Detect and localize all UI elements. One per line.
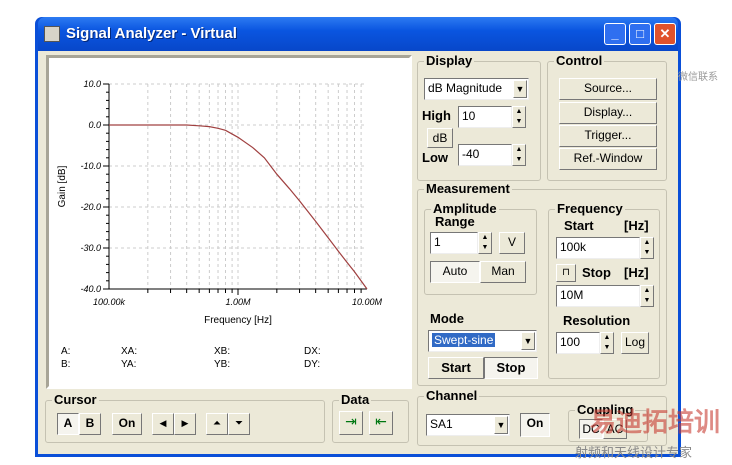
db-button[interactable]: dB [427, 128, 453, 148]
resolution-label: Resolution [563, 313, 631, 328]
readout-yb: YB: [214, 359, 231, 370]
man-button[interactable]: Man [480, 261, 526, 283]
readout-a: A: [61, 346, 71, 357]
range-label: Range [435, 214, 475, 229]
y-axis-label: Gain [dB] [57, 165, 68, 207]
resolution-input[interactable]: 100 [556, 332, 600, 354]
x-axis-label: Frequency [Hz] [204, 315, 272, 326]
y-tick-label: 0.0 [88, 120, 101, 130]
low-label: Low [422, 150, 448, 165]
maximize-button[interactable]: □ [629, 23, 651, 45]
mode-select[interactable]: Swept-sine ▼ [428, 330, 537, 352]
low-spinner[interactable]: ▲ ▼ [512, 144, 526, 166]
data-group: Data ⇥ ⇤ [332, 392, 409, 443]
readout-b: B: [61, 359, 71, 370]
range-unit-button[interactable]: V [499, 232, 525, 254]
cursor-down-button[interactable]: ⏷ [228, 413, 250, 435]
chevron-down-icon[interactable]: ▼ [513, 80, 527, 98]
channel-on-button[interactable]: On [520, 413, 550, 437]
stop-hz-label: [Hz] [624, 265, 649, 280]
stop-freq-label: Stop [582, 265, 611, 280]
watermark-slogan: 射频和天线设计专家 [575, 445, 693, 460]
display-mode-value: dB Magnitude [428, 81, 503, 95]
source-button[interactable]: Source... [559, 78, 657, 100]
control-label: Control [554, 53, 605, 68]
trigger-button[interactable]: Trigger... [559, 125, 657, 147]
gain-chart: 10.0 0.0 -10.0 -20.0 -30.0 -40.0 100.00k 1.00M 1… [57, 79, 383, 326]
readout-xa: XA: [121, 346, 138, 357]
channel-label: Channel [424, 388, 480, 403]
auto-button[interactable]: Auto [430, 261, 480, 283]
cursor-a-button[interactable]: A [57, 413, 79, 435]
range-input[interactable]: 1 [430, 232, 478, 254]
amplitude-group: Amplitude Range 1 ▲ ▼ V Auto Man [424, 201, 537, 295]
stop-freq-spinner[interactable]: ▲ ▼ [640, 285, 654, 307]
resolution-spinner[interactable]: ▲ ▼ [600, 332, 614, 354]
ref-window-button[interactable]: Ref.-Window [559, 148, 657, 170]
chevron-down-icon[interactable]: ▼ [521, 332, 535, 350]
high-label: High [422, 108, 451, 123]
span-toggle-button[interactable]: ⊓ [556, 264, 576, 282]
cursor-right-button[interactable]: ▶ [174, 413, 196, 435]
range-spinner[interactable]: ▲ ▼ [478, 232, 492, 254]
y-tick-label: -30.0 [80, 243, 101, 253]
import-data-icon[interactable]: ⇥ [339, 411, 363, 435]
cursor-group: Cursor A B On ◀ ▶ ⏶ ⏷ [45, 392, 325, 443]
display-mode-select[interactable]: dB Magnitude ▼ [424, 78, 529, 100]
control-group: Control Source... Display... Trigger... … [547, 53, 667, 181]
channel-select[interactable]: SA1 ▼ [426, 414, 510, 436]
cursor-label: Cursor [52, 392, 99, 407]
cursor-up-button[interactable]: ⏶ [206, 413, 228, 435]
title-bar: Signal Analyzer - Virtual _ □ ✕ [38, 17, 678, 51]
readout-ya: YA: [121, 359, 137, 370]
cursor-on-button[interactable]: On [112, 413, 142, 435]
x-tick-label: 100.00k [93, 297, 126, 307]
y-tick-label: -10.0 [80, 161, 101, 171]
readout-dx: DX: [304, 346, 321, 357]
watermark-top: 微信联系 [678, 72, 718, 83]
stop-freq-input[interactable]: 10M [556, 285, 640, 307]
x-tick-label: 1.00M [225, 297, 251, 307]
mode-label: Mode [430, 311, 464, 326]
measurement-group: Measurement Amplitude Range 1 ▲ ▼ V Auto … [417, 181, 667, 386]
display-group: Display dB Magnitude ▼ High 10 ▲ ▼ dB Low … [417, 53, 541, 181]
plot-panel: 10.0 0.0 -10.0 -20.0 -30.0 -40.0 100.00k 1.00M 1… [46, 55, 412, 389]
start-freq-label: Start [564, 218, 594, 233]
y-tick-label: -40.0 [80, 284, 101, 294]
readout-dy: DY: [304, 359, 321, 370]
log-button[interactable]: Log [621, 332, 649, 354]
frequency-label: Frequency [555, 201, 625, 216]
display-settings-button[interactable]: Display... [559, 102, 657, 124]
cursor-b-button[interactable]: B [79, 413, 101, 435]
window-title: Signal Analyzer - Virtual [66, 25, 237, 42]
x-tick-label: 10.00M [352, 297, 383, 307]
channel-value: SA1 [430, 417, 453, 431]
close-button[interactable]: ✕ [654, 23, 676, 45]
data-label: Data [339, 392, 372, 407]
stop-button[interactable]: Stop [484, 357, 538, 379]
high-input[interactable]: 10 [458, 106, 512, 128]
low-input[interactable]: -40 [458, 144, 512, 166]
start-freq-input[interactable]: 100k [556, 237, 640, 259]
client-area: 10.0 0.0 -10.0 -20.0 -30.0 -40.0 100.00k 1.00M 1… [38, 51, 678, 454]
readout-xb: XB: [214, 346, 231, 357]
start-freq-spinner[interactable]: ▲ ▼ [640, 237, 654, 259]
app-icon [44, 26, 60, 42]
display-label: Display [424, 53, 475, 68]
start-button[interactable]: Start [428, 357, 484, 379]
start-hz-label: [Hz] [624, 218, 649, 233]
cursor-left-button[interactable]: ◀ [152, 413, 174, 435]
mode-value: Swept-sine [432, 333, 496, 347]
measurement-label: Measurement [424, 181, 512, 196]
chevron-down-icon[interactable]: ▼ [494, 416, 508, 434]
frequency-group: Frequency Start [Hz] 100k ▲ ▼ ⊓ Stop [Hz]… [548, 201, 660, 379]
watermark-brand: 易迪拓培训 [590, 407, 721, 437]
high-spinner[interactable]: ▲ ▼ [512, 106, 526, 128]
export-data-icon[interactable]: ⇤ [369, 411, 393, 435]
y-tick-label: 10.0 [83, 79, 101, 89]
minimize-button[interactable]: _ [604, 23, 626, 45]
y-tick-label: -20.0 [80, 202, 101, 212]
signal-analyzer-window: Signal Analyzer - Virtual _ □ ✕ 10.0 0.0 -… [35, 17, 681, 457]
